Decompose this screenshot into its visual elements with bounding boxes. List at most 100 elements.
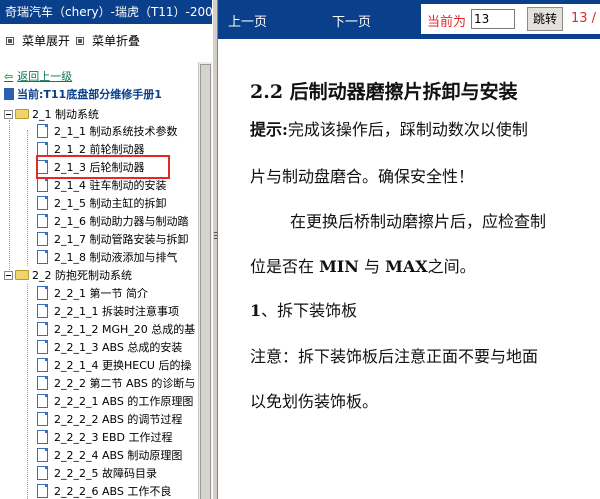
tree-guide	[9, 120, 10, 280]
collapse-icon	[76, 37, 84, 45]
tree-item[interactable]: 2_1_5 制动主缸的拆卸	[37, 195, 167, 212]
tree-item[interactable]: 2_2_2_4 ABS 制动原理图	[37, 447, 182, 464]
current-page-label: 当前为	[427, 15, 467, 30]
tree-item-label: 2_2_1 第一节 简介	[54, 287, 148, 300]
tree-item-label: 2_2_1_3 ABS 总成的安装	[54, 341, 183, 354]
folder-label: 2_2 防抱死制动系统	[32, 269, 132, 282]
tree-item-label: 2_2_1_2 MGH_20 总成的基	[54, 323, 196, 336]
document-icon	[37, 430, 48, 444]
note-line: 注意：拆下装饰板后注意正面不要与地面	[250, 347, 539, 366]
document-icon	[37, 160, 48, 174]
tip-text: 完成该操作后，踩制动数次以使制	[287, 120, 528, 139]
document-icon	[37, 286, 48, 300]
page-count: 13 / 4	[571, 11, 600, 26]
tree-item[interactable]: 2_1_8 制动液添加与排气	[37, 249, 178, 266]
chapter-tree: ⇦ 返回上一级 当前:T11底盘部分维修手册1 2_1 制动系统 2_1_1 制动…	[0, 62, 198, 499]
document-icon	[37, 124, 48, 138]
tree-item-label: 2_2_2_2 ABS 的调节过程	[54, 413, 183, 426]
prev-page-link[interactable]: 上一页	[228, 11, 267, 30]
tree-item-label: 2_2_1_1 拆装时注意事项	[54, 305, 179, 318]
tree-item[interactable]: 2_1_4 驻车制动的安装	[37, 177, 167, 194]
tree-item[interactable]: 2_2_1 第一节 简介	[37, 285, 148, 302]
tip-label: 提示:	[250, 120, 288, 139]
document-icon	[37, 484, 48, 498]
tree-item-label: 2_2_2 第二节 ABS 的诊断与	[54, 377, 196, 390]
navigation-pane: 奇瑞汽车（chery）-瑞虎（T11）-2005 菜单展开 菜单折叠 ⇦ 返回上一…	[0, 0, 212, 499]
back-link[interactable]: ⇦ 返回上一级	[4, 68, 72, 85]
document-icon	[37, 304, 48, 318]
collapse-toggle-icon	[4, 271, 13, 280]
folder-icon	[15, 109, 29, 119]
tree-item-label: 2_2_2_5 故障码目录	[54, 467, 157, 480]
tree-folder-abs[interactable]: 2_2 防抱死制动系统	[4, 267, 132, 284]
tree-item[interactable]: 2_1_1 制动系统技术参数	[37, 123, 178, 140]
expand-icon	[6, 37, 14, 45]
body-text: 之间。	[427, 257, 476, 276]
folder-label: 2_1 制动系统	[32, 108, 99, 121]
body-text: 与	[358, 257, 386, 276]
document-icon	[37, 178, 48, 192]
folder-icon	[15, 270, 29, 280]
tree-item-label: 2_1_4 驻车制动的安装	[54, 179, 167, 192]
tree-scrollbar-thumb[interactable]	[200, 64, 211, 499]
max-mark: MAX	[385, 257, 428, 276]
current-manual-label: 当前:T11底盘部分维修手册1	[17, 88, 162, 101]
tree-item-selected[interactable]: 2_1_3 后轮制动器	[37, 159, 145, 176]
expand-menu-button[interactable]: 菜单展开	[6, 33, 70, 49]
tree-item[interactable]: 2_2_1_3 ABS 总成的安装	[37, 339, 182, 356]
manual-page: 2.2 后制动器磨擦片拆卸与安装 提示:完成该操作后，踩制动数次以使制 片与制动…	[218, 39, 600, 499]
tree-item[interactable]: 2_2_2_6 ABS 工作不良	[37, 483, 171, 499]
document-icon	[37, 376, 48, 390]
tree-item-label: 2_1_8 制动液添加与排气	[54, 251, 178, 264]
tree-item[interactable]: 2_2_1_2 MGH_20 总成的基	[37, 321, 195, 338]
note-line: 以免划伤装饰板。	[250, 392, 379, 411]
tip-paragraph: 提示:完成该操作后，踩制动数次以使制	[250, 116, 528, 140]
back-arrow-icon: ⇦	[4, 70, 14, 83]
tree-item[interactable]: 2_2_2_1 ABS 的工作原理图	[37, 393, 193, 410]
document-icon	[37, 412, 48, 426]
tree-scrollbar[interactable]	[198, 62, 212, 499]
tree-item-label: 2_1_7 制动管路安装与拆卸	[54, 233, 189, 246]
step-text: 、拆下装饰板	[261, 301, 358, 320]
tree-guide	[27, 284, 28, 499]
tree-folder-brake-system[interactable]: 2_1 制动系统	[4, 106, 99, 123]
document-icon	[37, 340, 48, 354]
body-text: 位是否在	[250, 257, 320, 276]
tree-item[interactable]: 2_2_2_3 EBD 工作过程	[37, 429, 172, 446]
document-icon	[37, 142, 48, 156]
tree-item-label: 2_1_6 制动助力器与制动踏	[54, 215, 189, 228]
next-page-link[interactable]: 下一页	[332, 11, 371, 30]
page-toolbar: 上一页 下一页 当前为 跳转 13 / 4	[218, 0, 600, 39]
jump-button[interactable]: 跳转	[527, 7, 563, 31]
tree-item[interactable]: 2_1_6 制动助力器与制动踏	[37, 213, 189, 230]
manual-title: 奇瑞汽车（chery）-瑞虎（T11）-2005	[0, 0, 212, 24]
tree-item[interactable]: 2_2_2_2 ABS 的调节过程	[37, 411, 182, 428]
collapse-menu-button[interactable]: 菜单折叠	[76, 33, 140, 49]
back-link-label: 返回上一级	[17, 70, 73, 83]
content-pane: 上一页 下一页 当前为 跳转 13 / 4 2.2 后制动器磨擦片拆卸与安装 提…	[218, 0, 600, 499]
body-line: 片与制动盘磨合。确保安全性！	[250, 167, 475, 186]
tree-item-label: 2_2_2_4 ABS 制动原理图	[54, 449, 183, 462]
tree-item[interactable]: 2_2_1_4 更换HECU 后的操	[37, 357, 191, 374]
document-icon	[37, 322, 48, 336]
tree-guide	[27, 130, 28, 266]
tree-item[interactable]: 2_2_2_5 故障码目录	[37, 465, 157, 482]
section-heading: 2.2 后制动器磨擦片拆卸与安装	[250, 81, 518, 103]
menu-bar: 菜单展开 菜单折叠	[0, 24, 212, 62]
document-icon	[37, 394, 48, 408]
tree-item[interactable]: 2_1_7 制动管路安装与拆卸	[37, 231, 189, 248]
page-jump-panel: 当前为 跳转 13 / 4	[421, 4, 600, 34]
tree-item-label: 2_1_2 前轮制动器	[54, 143, 145, 156]
level-check-line: 位是否在 MIN 与 MAX之间。	[250, 253, 476, 277]
document-icon	[37, 232, 48, 246]
page-number-input[interactable]	[471, 9, 515, 29]
splitter-grip-icon	[214, 232, 217, 242]
tree-item-label: 2_2_2_6 ABS 工作不良	[54, 485, 172, 498]
tree-item-label: 2_1_3 后轮制动器	[54, 161, 145, 174]
tree-item[interactable]: 2_2_2 第二节 ABS 的诊断与	[37, 375, 195, 392]
collapse-toggle-icon	[4, 110, 13, 119]
tree-item[interactable]: 2_1_2 前轮制动器	[37, 141, 145, 158]
tree-item-label: 2_2_2_3 EBD 工作过程	[54, 431, 173, 444]
expand-menu-label: 菜单展开	[22, 34, 71, 48]
tree-item[interactable]: 2_2_1_1 拆装时注意事项	[37, 303, 179, 320]
